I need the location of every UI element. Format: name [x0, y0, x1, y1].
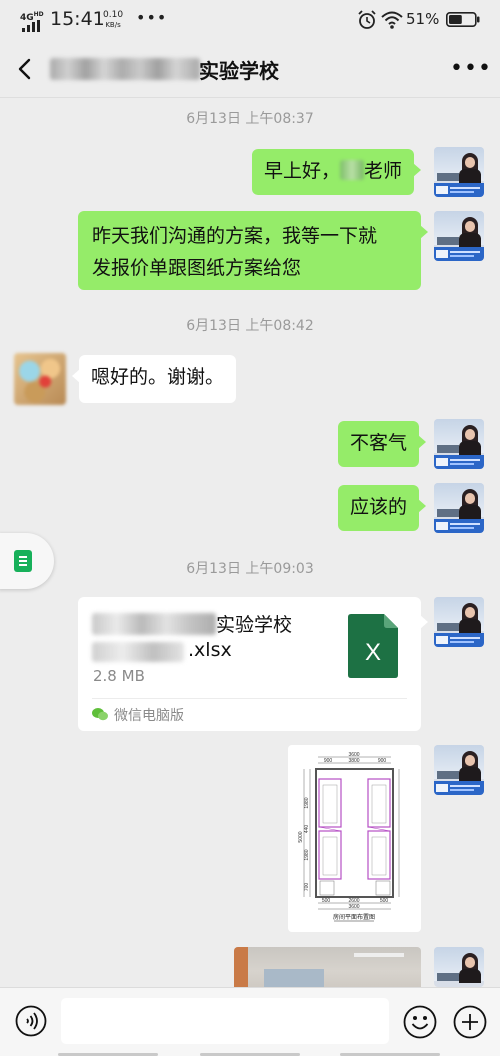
redacted-name: [340, 160, 365, 180]
excel-letter: X: [365, 639, 381, 666]
redacted-title-part: [50, 58, 200, 80]
svg-text:500: 500: [380, 898, 389, 904]
message-text: 不客气: [350, 432, 408, 454]
excel-file-icon: X: [348, 614, 398, 678]
my-avatar[interactable]: [434, 211, 484, 261]
my-avatar[interactable]: [434, 419, 484, 469]
svg-text:3800: 3800: [348, 758, 359, 764]
battery-percent: 51%: [406, 10, 440, 28]
voice-icon[interactable]: [15, 1005, 47, 1037]
timestamp: 6月13日 上午08:42: [186, 318, 314, 334]
svg-text:1980: 1980: [304, 849, 310, 860]
back-arrow-icon[interactable]: [12, 54, 40, 84]
clock: 15:41: [50, 8, 105, 30]
message-text: 嗯好的。谢谢。: [91, 366, 225, 388]
plus-icon[interactable]: [453, 1005, 487, 1039]
chat-header: 实验学校 •••: [0, 40, 500, 98]
message-input[interactable]: [61, 998, 389, 1044]
message-bubble-received[interactable]: 嗯好的。谢谢。: [71, 355, 237, 403]
file-source: 微信电脑版: [114, 708, 184, 724]
svg-text:700: 700: [304, 883, 310, 892]
message-bubble-sent[interactable]: 应该的: [338, 485, 427, 531]
alarm-icon: [358, 10, 376, 29]
svg-text:500: 500: [322, 898, 331, 904]
network-speed: 0.10 KB/s: [103, 10, 124, 29]
redacted-filename-part: [92, 613, 216, 635]
wifi-icon: [381, 11, 403, 29]
room-photo-image[interactable]: [234, 947, 421, 987]
message-bubble-sent[interactable]: 早上好， 老师: [252, 149, 422, 195]
file-size: 2.8 MB: [93, 667, 145, 685]
svg-text:1980: 1980: [304, 797, 310, 808]
divider: [92, 698, 407, 699]
file-message-card[interactable]: 实验学校 .xlsx 2.8 MB X 微信电脑版: [78, 597, 428, 731]
status-bar: 4GHD 15:41 0.10 KB/s ••• 51%: [0, 0, 500, 40]
notification-dots-icon: •••: [136, 8, 168, 27]
battery-icon: [446, 12, 480, 27]
my-avatar[interactable]: [434, 745, 484, 795]
wechat-icon: [92, 708, 108, 721]
svg-text:3600: 3600: [348, 904, 359, 910]
message-text: 发报价单跟图纸方案给您: [92, 257, 302, 279]
floor-plan-drawing: 3600 900 3800 900 5000 1980 440 1980 700…: [298, 752, 400, 922]
redacted-filename-part: [92, 642, 184, 662]
nav-gesture-hint: [0, 1052, 500, 1056]
timestamp: 6月13日 上午09:03: [186, 561, 314, 577]
chat-title: 实验学校: [199, 59, 279, 83]
message-bubble-sent[interactable]: 不客气: [338, 421, 427, 467]
message-text: 老师: [364, 160, 403, 182]
message-text: 早上好，: [264, 160, 341, 182]
contact-avatar[interactable]: [14, 353, 66, 405]
message-text: 应该的: [350, 496, 408, 518]
signal-icon: [22, 20, 44, 32]
more-options-button[interactable]: •••: [450, 56, 492, 81]
message-bubble-sent[interactable]: 昨天我们沟通的方案，我等一下就 发报价单跟图纸方案给您: [78, 211, 428, 290]
my-avatar[interactable]: [434, 597, 484, 647]
floor-plan-image[interactable]: 3600 900 3800 900 5000 1980 440 1980 700…: [288, 745, 421, 932]
message-text: 昨天我们沟通的方案，我等一下就: [92, 225, 378, 247]
file-name-line1: 实验学校: [216, 614, 293, 636]
file-name-line2: .xlsx: [188, 639, 232, 661]
svg-text:900: 900: [378, 758, 387, 764]
chat-input-bar: [0, 987, 500, 1056]
my-avatar[interactable]: [434, 947, 484, 987]
svg-text:房间平面布置图: 房间平面布置图: [333, 913, 375, 921]
timestamp: 6月13日 上午08:37: [186, 111, 314, 127]
my-avatar[interactable]: [434, 483, 484, 533]
my-avatar[interactable]: [434, 147, 484, 197]
svg-text:900: 900: [324, 758, 333, 764]
svg-text:440: 440: [304, 825, 310, 834]
emoji-icon[interactable]: [403, 1005, 437, 1039]
